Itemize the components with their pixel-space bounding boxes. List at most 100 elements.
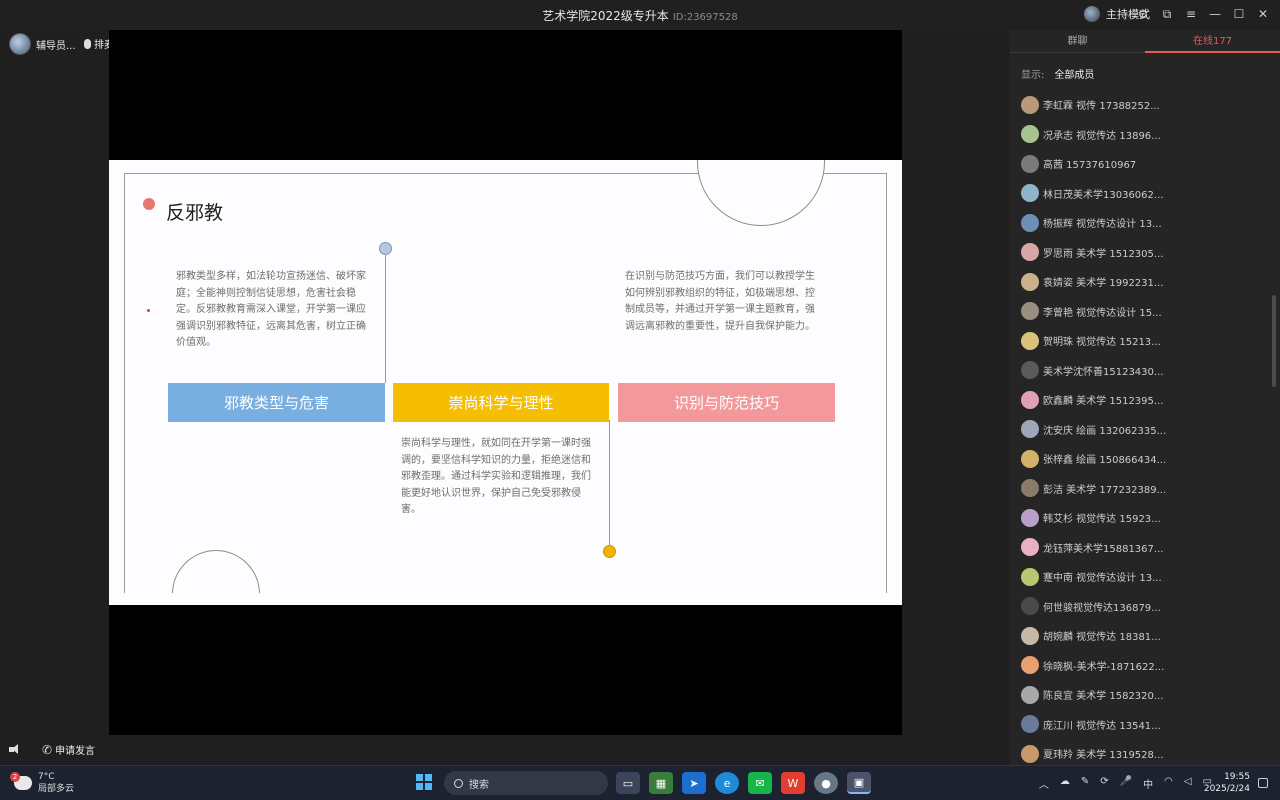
member-name: 杨振辉 视觉传达设计 13... <box>1043 219 1162 231</box>
close-icon[interactable]: ✕ <box>1256 5 1270 23</box>
member-avatar <box>1021 125 1039 144</box>
popout-icon[interactable]: ⧉ <box>1160 5 1174 23</box>
maximize-icon[interactable]: ☐ <box>1232 5 1246 23</box>
member-item[interactable]: 何世骏视觉传达136879... <box>1021 592 1271 622</box>
active-app-icon[interactable]: ▣ <box>847 772 871 794</box>
stage-panel: 辅导员... 排麦 反邪教 邪教类型多样，如法轮功宣扬迷信、破坏家庭；全能神则控… <box>0 30 1010 765</box>
taskbar-search[interactable]: 搜索 <box>444 771 608 795</box>
store-icon[interactable]: ▦ <box>649 772 673 794</box>
connector-dot-yellow <box>603 545 616 558</box>
clock[interactable]: 19:55 2025/2/24 <box>1204 771 1250 795</box>
member-item[interactable]: 高茜 15737610967 <box>1021 149 1271 179</box>
member-name: 欧鑫麟 美术学 1512395... <box>1043 396 1164 408</box>
member-list: 李虹霖 视传 17388252... 况承志 视觉传达 13896... 高茜 15… <box>1021 90 1271 769</box>
volume-icon[interactable]: ◁ <box>1184 776 1192 791</box>
advisor-name: 辅导员... <box>36 40 76 52</box>
member-item[interactable]: 陈良宜 美术学 1582320... <box>1021 680 1271 710</box>
member-item[interactable]: 彭洁 美术学 177232389... <box>1021 474 1271 504</box>
member-item[interactable]: 欧鑫麟 美术学 1512395... <box>1021 385 1271 415</box>
member-avatar <box>1021 272 1039 291</box>
ime-indicator[interactable]: 中 <box>1143 776 1153 791</box>
member-item[interactable]: 况承志 视觉传达 13896... <box>1021 120 1271 150</box>
member-name: 况承志 视觉传达 13896... <box>1043 130 1161 142</box>
member-item[interactable]: 袁婧姿 美术学 1992231... <box>1021 267 1271 297</box>
settings-icon[interactable]: ⚙ <box>1136 5 1150 23</box>
taskbar: 2 7°C 局部多云 搜索 ▭ ▦ ➤ e ✉ W ● ▣ ︿ ☁ ✎ ⟳ 🎤 … <box>0 765 1280 800</box>
meeting-id: ID:23697528 <box>672 12 738 23</box>
apply-speak-label: 申请发言 <box>55 746 96 757</box>
wps-icon[interactable]: W <box>781 772 805 794</box>
member-item[interactable]: 徐晓枫-美术学-1871622... <box>1021 651 1271 681</box>
cursor-dot <box>147 309 150 312</box>
member-name: 贺明珠 视觉传达 15213... <box>1043 337 1161 349</box>
start-button[interactable] <box>416 774 432 790</box>
weather-badge: 2 <box>10 772 20 782</box>
member-name: 美术学沈怀善15123430... <box>1043 366 1164 378</box>
app-icon[interactable]: ➤ <box>682 772 706 794</box>
pen-icon[interactable]: ✎ <box>1081 776 1089 791</box>
member-item[interactable]: 龙钰萍美术学15881367... <box>1021 533 1271 563</box>
member-name: 张梓鑫 绘画 150866434... <box>1043 455 1167 467</box>
cloud-tray-icon[interactable]: ☁ <box>1060 776 1070 791</box>
member-avatar <box>1021 184 1039 203</box>
cloud-icon: 2 <box>10 772 32 790</box>
tab-group-chat[interactable]: 群聊 <box>1010 30 1145 53</box>
microphone-icon <box>84 38 91 49</box>
sync-icon[interactable]: ⟳ <box>1100 776 1108 791</box>
box-types-harm: 邪教类型与危害 <box>168 383 385 422</box>
tab-online[interactable]: 在线177 <box>1145 30 1280 53</box>
host-avatar <box>1084 6 1100 22</box>
member-name: 高茜 15737610967 <box>1043 160 1137 172</box>
member-avatar <box>1021 154 1039 173</box>
member-item[interactable]: 韩艾杉 视觉传达 15923... <box>1021 503 1271 533</box>
member-avatar <box>1021 567 1039 586</box>
member-name: 李曾艳 视觉传达设计 15... <box>1043 307 1162 319</box>
menu-icon[interactable]: ≡ <box>1184 5 1198 23</box>
chrome-icon[interactable]: ● <box>814 772 838 794</box>
member-avatar <box>1021 626 1039 645</box>
member-avatar <box>1021 715 1039 734</box>
weather-widget[interactable]: 2 7°C 局部多云 <box>10 771 74 795</box>
system-tray: ︿ ☁ ✎ ⟳ 🎤 中 ◠ ◁ ▭ <box>1039 776 1212 791</box>
member-avatar <box>1021 95 1039 114</box>
member-item[interactable]: 李虹霖 视传 17388252... <box>1021 90 1271 120</box>
member-item[interactable]: 庞江川 视觉传达 13541... <box>1021 710 1271 740</box>
member-item[interactable]: 蹇中南 视觉传达设计 13... <box>1021 562 1271 592</box>
taskbar-apps: ▭ ▦ ➤ e ✉ W ● ▣ <box>616 772 871 794</box>
member-item[interactable]: 罗思雨 美术学 1512305... <box>1021 238 1271 268</box>
member-name: 夏玮羚 美术学 1319528... <box>1043 750 1164 762</box>
file-explorer-icon[interactable]: ▭ <box>616 772 640 794</box>
member-item[interactable]: 贺明珠 视觉传达 15213... <box>1021 326 1271 356</box>
member-name: 龙钰萍美术学15881367... <box>1043 543 1164 555</box>
edge-icon[interactable]: e <box>715 772 739 794</box>
clock-date: 2025/2/24 <box>1203 784 1250 794</box>
speaker-icon[interactable] <box>9 744 22 755</box>
microphone-tray-icon[interactable]: 🎤 <box>1120 776 1132 791</box>
chevron-up-icon[interactable]: ︿ <box>1039 776 1049 791</box>
member-item[interactable]: 李曾艳 视觉传达设计 15... <box>1021 297 1271 327</box>
member-avatar <box>1021 213 1039 232</box>
presentation-slide: 反邪教 邪教类型多样，如法轮功宣扬迷信、破坏家庭；全能神则控制信徒思想，危害社会… <box>109 160 902 605</box>
member-avatar <box>1021 302 1039 321</box>
member-item[interactable]: 胡婉麟 视觉传达 18381... <box>1021 621 1271 651</box>
meeting-title: 艺术学院2022级专升本 <box>542 9 669 23</box>
minimize-icon[interactable]: — <box>1208 5 1222 23</box>
member-avatar <box>1021 243 1039 262</box>
member-avatar <box>1021 390 1039 409</box>
member-item[interactable]: 张梓鑫 绘画 150866434... <box>1021 444 1271 474</box>
member-filter[interactable]: 显示: 全部成员 <box>1021 66 1094 81</box>
member-list-scrollbar[interactable] <box>1272 295 1276 387</box>
member-item[interactable]: 沈安庆 绘画 132062335... <box>1021 415 1271 445</box>
notification-icon[interactable] <box>1258 778 1268 788</box>
member-avatar <box>1021 331 1039 350</box>
apply-speak-button[interactable]: ✆ 申请发言 <box>42 742 96 758</box>
wifi-icon[interactable]: ◠ <box>1164 776 1173 791</box>
member-item[interactable]: 林日茂美术学13036062... <box>1021 179 1271 209</box>
member-name: 何世骏视觉传达136879... <box>1043 602 1161 614</box>
member-name: 彭洁 美术学 177232389... <box>1043 484 1167 496</box>
member-item[interactable]: 杨振辉 视觉传达设计 13... <box>1021 208 1271 238</box>
connector-line-yellow <box>609 420 610 550</box>
member-item[interactable]: 美术学沈怀善15123430... <box>1021 356 1271 386</box>
wechat-icon[interactable]: ✉ <box>748 772 772 794</box>
advisor-seat[interactable]: 辅导员... <box>9 33 76 55</box>
